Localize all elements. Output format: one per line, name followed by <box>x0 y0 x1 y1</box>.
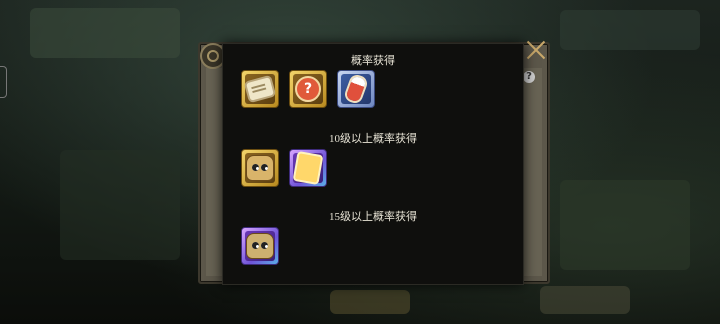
help-button[interactable]: ? <box>523 71 535 83</box>
drop-rate-popup: 概率获得 ? 10级以上概率获得 15级以上概率获得 <box>222 43 524 285</box>
section-heading: 10级以上概率获得 <box>329 133 417 145</box>
item-slot[interactable]: ? <box>289 70 327 108</box>
side-drawer-tab[interactable] <box>0 66 7 98</box>
map-scroll-icon <box>294 153 322 183</box>
section-heading: 概率获得 <box>351 55 395 67</box>
treasure-bag-icon <box>246 155 274 181</box>
item-slot[interactable] <box>337 70 375 108</box>
mystery-box-icon: ? <box>295 76 321 102</box>
section-heading: 15级以上概率获得 <box>329 211 417 223</box>
item-slot[interactable] <box>241 227 279 265</box>
close-icon[interactable] <box>526 40 546 60</box>
item-slot[interactable] <box>289 149 327 187</box>
item-slot[interactable] <box>241 70 279 108</box>
treasure-bag-icon <box>246 233 274 259</box>
item-slot[interactable] <box>241 149 279 187</box>
